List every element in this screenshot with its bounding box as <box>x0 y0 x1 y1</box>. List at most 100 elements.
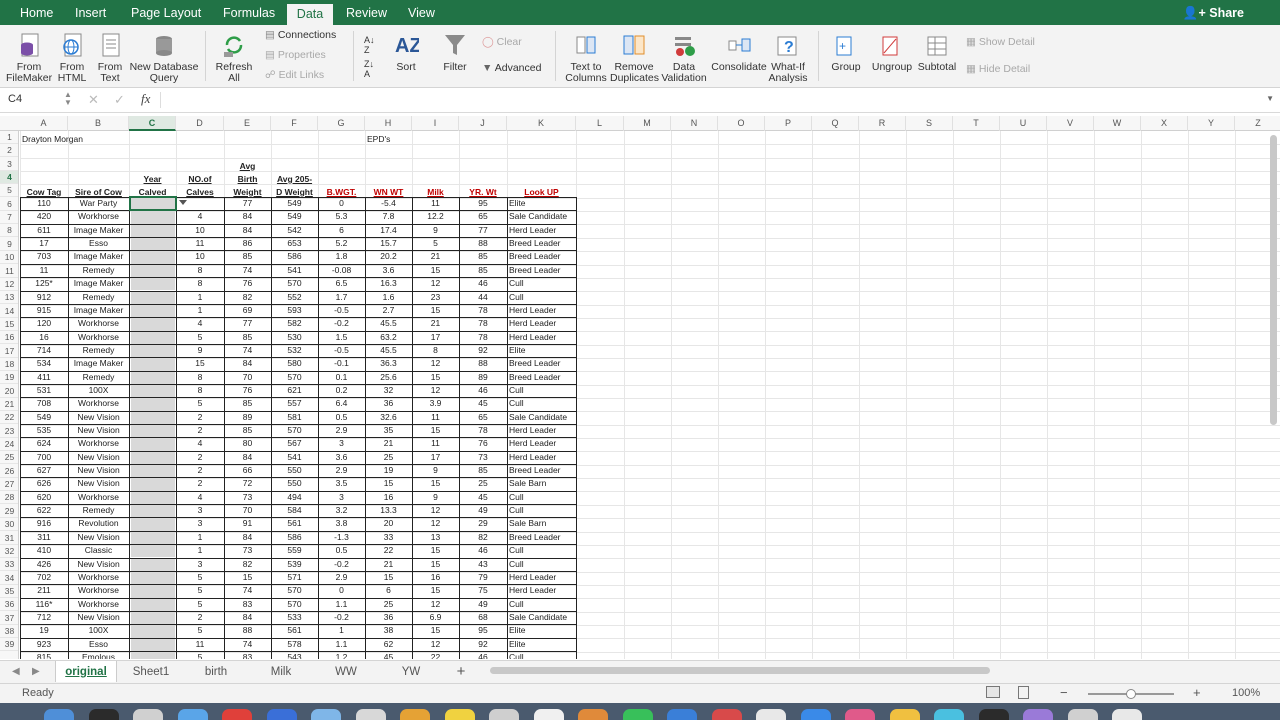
table-cell[interactable]: 2.9 <box>318 424 365 437</box>
table-cell[interactable]: 549 <box>271 210 318 223</box>
row-header-27[interactable]: 27 <box>0 478 18 492</box>
add-sheet-button[interactable]: + <box>446 661 476 683</box>
table-cell[interactable]: Workhorse <box>68 331 129 344</box>
table-cell[interactable]: 2 <box>176 477 224 490</box>
table-cell[interactable]: 85 <box>224 424 271 437</box>
table-cell[interactable]: 15 <box>365 477 412 490</box>
column-header-t[interactable]: T <box>953 116 1000 131</box>
name-box-stepper-icon[interactable]: ▲ ▼ <box>64 91 72 107</box>
column-header-w[interactable]: W <box>1094 116 1141 131</box>
table-cell[interactable]: 46 <box>459 384 507 397</box>
table-cell[interactable]: 32.6 <box>365 411 412 424</box>
table-cell[interactable]: 571 <box>271 571 318 584</box>
table-cell[interactable]: Herd Leader <box>507 584 576 597</box>
table-cell[interactable]: 2 <box>176 451 224 464</box>
table-cell[interactable]: New Vision <box>68 451 129 464</box>
column-header-v[interactable]: V <box>1047 116 1094 131</box>
table-cell[interactable]: 420 <box>20 210 68 223</box>
table-cell[interactable]: 1 <box>176 291 224 304</box>
column-header-e[interactable]: E <box>224 116 271 131</box>
table-cell[interactable]: 83 <box>224 651 271 659</box>
table-cell[interactable]: Herd Leader <box>507 317 576 330</box>
table-cell[interactable]: 712 <box>20 611 68 624</box>
dock-app-icon[interactable] <box>222 709 252 720</box>
sheet-tab-birth[interactable]: birth <box>185 661 247 683</box>
cell-c-year-calved[interactable] <box>131 238 175 251</box>
table-cell[interactable]: New Vision <box>68 558 129 571</box>
dock-app-icon[interactable] <box>400 709 430 720</box>
table-cell[interactable]: 9 <box>412 464 459 477</box>
table-cell[interactable]: 88 <box>224 624 271 637</box>
table-cell[interactable]: 581 <box>271 411 318 424</box>
table-cell[interactable]: 567 <box>271 437 318 450</box>
table-cell[interactable]: 570 <box>271 584 318 597</box>
table-cell[interactable]: New Vision <box>68 411 129 424</box>
table-cell[interactable]: 3.6 <box>318 451 365 464</box>
table-cell[interactable]: New Vision <box>68 611 129 624</box>
table-cell[interactable]: 45 <box>459 397 507 410</box>
table-cell[interactable]: 85 <box>459 250 507 263</box>
table-cell[interactable]: 45 <box>459 491 507 504</box>
table-cell[interactable]: 74 <box>224 344 271 357</box>
table-cell[interactable]: 12 <box>412 598 459 611</box>
dock-app-icon[interactable] <box>845 709 875 720</box>
table-cell[interactable]: 19 <box>20 624 68 637</box>
table-cell[interactable]: 1.2 <box>318 651 365 659</box>
table-cell[interactable]: Elite <box>507 638 576 651</box>
row-header-24[interactable]: 24 <box>0 438 18 452</box>
table-cell[interactable]: 1 <box>176 304 224 317</box>
table-cell[interactable]: 2 <box>176 464 224 477</box>
scroll-tabs-left-icon[interactable]: ◀ <box>12 661 20 683</box>
table-cell[interactable]: 570 <box>271 277 318 290</box>
cell-c-year-calved[interactable] <box>131 304 175 318</box>
table-cell[interactable]: 0.5 <box>318 544 365 557</box>
table-cell[interactable]: 8 <box>412 344 459 357</box>
column-header-z[interactable]: Z <box>1235 116 1280 131</box>
table-cell[interactable]: 5 <box>176 584 224 597</box>
table-cell[interactable]: 8 <box>176 384 224 397</box>
cell-h1[interactable]: EPD's <box>365 133 425 146</box>
row-header-28[interactable]: 28 <box>0 491 18 505</box>
cell-c-year-calved[interactable] <box>131 224 175 238</box>
table-cell[interactable]: Cull <box>507 491 576 504</box>
table-cell[interactable]: -0.5 <box>318 344 365 357</box>
table-cell[interactable]: 73 <box>459 451 507 464</box>
table-cell[interactable]: 91 <box>224 517 271 530</box>
table-cell[interactable]: 89 <box>459 371 507 384</box>
cell-c-year-calved[interactable] <box>131 651 175 659</box>
table-cell[interactable]: 311 <box>20 531 68 544</box>
column-header-d[interactable]: D <box>176 116 224 131</box>
table-cell[interactable]: 12 <box>412 384 459 397</box>
table-cell[interactable]: 411 <box>20 371 68 384</box>
table-cell[interactable]: 120 <box>20 317 68 330</box>
table-cell[interactable]: 84 <box>224 611 271 624</box>
row-header-26[interactable]: 26 <box>0 465 18 478</box>
table-cell[interactable]: 22 <box>412 651 459 659</box>
table-cell[interactable]: 110 <box>20 197 68 210</box>
cell-c-year-calved[interactable] <box>131 398 175 411</box>
table-cell[interactable]: 74 <box>224 638 271 651</box>
cell-c-year-calved[interactable] <box>131 251 175 264</box>
row-header-39[interactable]: 39 <box>0 638 18 652</box>
table-cell[interactable]: 95 <box>459 624 507 637</box>
dock-app-icon[interactable] <box>667 709 697 720</box>
table-cell[interactable]: 16 <box>365 491 412 504</box>
table-cell[interactable]: 0.5 <box>318 411 365 424</box>
table-cell[interactable]: -0.1 <box>318 357 365 370</box>
table-cell[interactable]: 116* <box>20 598 68 611</box>
table-cell[interactable]: 550 <box>271 477 318 490</box>
table-cell[interactable]: Elite <box>507 197 576 210</box>
table-cell[interactable]: 92 <box>459 638 507 651</box>
column-header-c[interactable]: C <box>129 116 176 131</box>
table-cell[interactable]: 0 <box>318 197 365 210</box>
row-header-2[interactable]: 2 <box>0 144 18 158</box>
row-header-36[interactable]: 36 <box>0 598 18 612</box>
zoom-out-button[interactable]: − <box>1060 685 1068 700</box>
table-cell[interactable]: Workhorse <box>68 437 129 450</box>
row-header-3[interactable]: 3 <box>0 158 18 171</box>
table-cell[interactable]: 44 <box>459 291 507 304</box>
row-header-4[interactable]: 4 <box>0 171 18 185</box>
table-cell[interactable]: 4 <box>176 210 224 223</box>
row-header-11[interactable]: 11 <box>0 265 18 278</box>
cell-c-year-calved[interactable] <box>131 371 175 384</box>
